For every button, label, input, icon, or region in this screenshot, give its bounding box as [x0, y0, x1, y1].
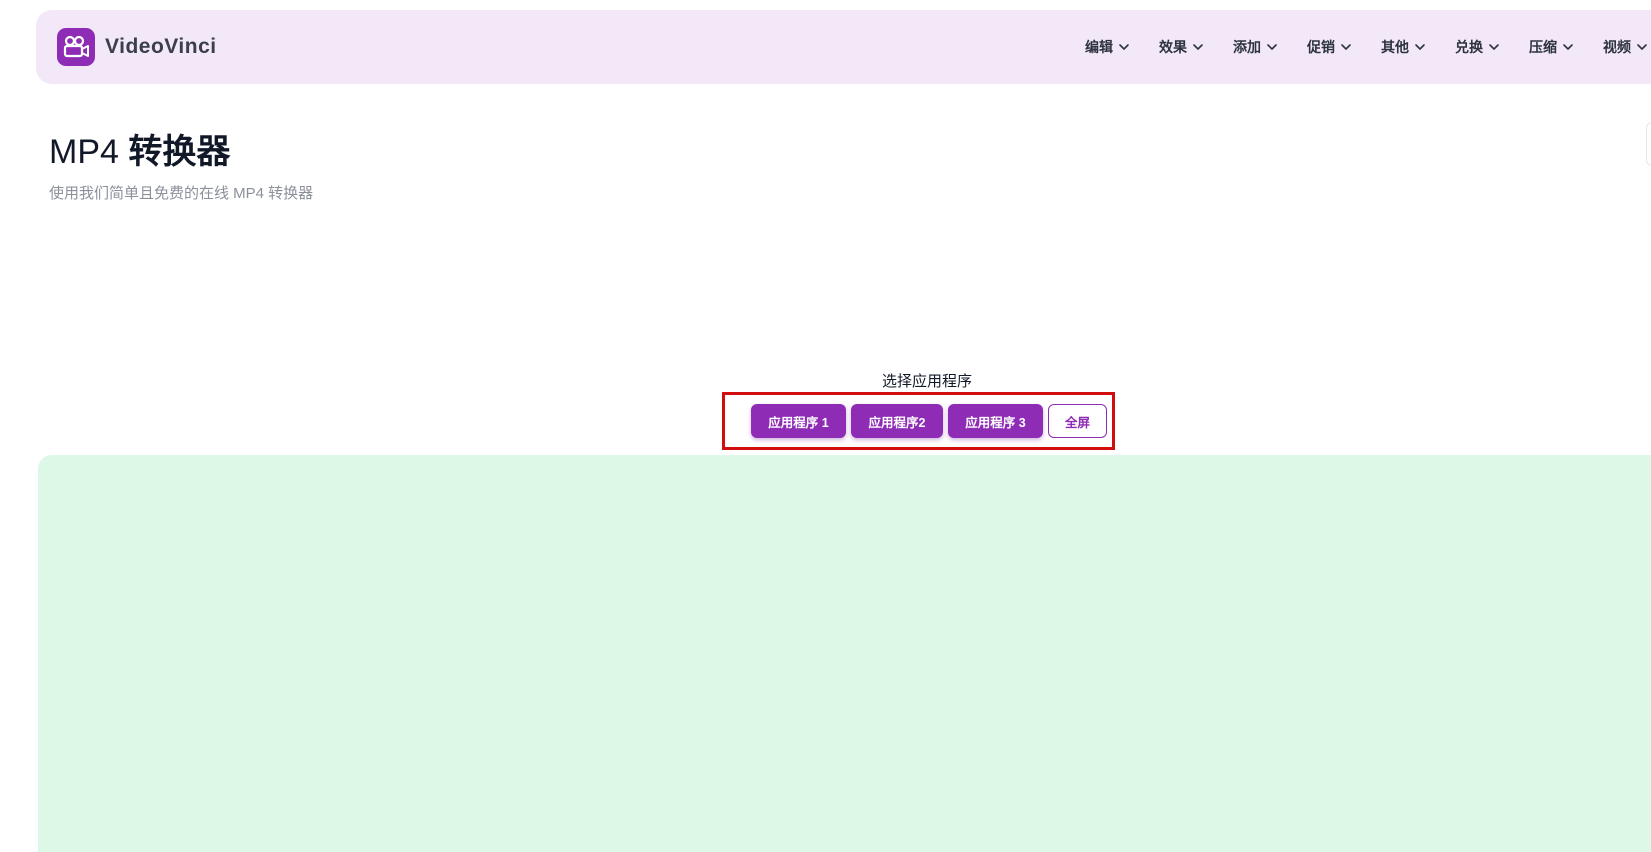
app-switcher: 应用程序 1 应用程序2 应用程序 3 全屏: [722, 392, 1115, 450]
chevron-down-icon: [1414, 41, 1426, 53]
chevron-down-icon: [1488, 41, 1500, 53]
nav-item-add[interactable]: 添加: [1233, 37, 1278, 57]
nav-item-label: 视频: [1603, 39, 1631, 55]
chevron-down-icon: [1266, 41, 1278, 53]
nav-item-label: 添加: [1233, 39, 1261, 55]
chevron-down-icon: [1192, 41, 1204, 53]
logo-text: VideoVinci: [105, 35, 217, 58]
chevron-down-icon: [1562, 41, 1574, 53]
nav-item-video[interactable]: 视频: [1603, 37, 1648, 57]
nav-item-other[interactable]: 其他: [1381, 37, 1426, 57]
page-title: MP4 转换器: [49, 124, 230, 173]
chevron-down-icon: [1636, 41, 1648, 53]
chevron-down-icon: [1340, 41, 1352, 53]
nav-item-effects[interactable]: 效果: [1159, 37, 1204, 57]
video-camera-icon: [57, 28, 95, 66]
nav-item-promo[interactable]: 促销: [1307, 37, 1352, 57]
app-1-button[interactable]: 应用程序 1: [751, 404, 846, 438]
app-select-label: 选择应用程序: [881, 373, 972, 390]
nav-item-label: 编辑: [1085, 39, 1113, 55]
main-nav: 编辑 效果 添加 促销 其他 兑换 压缩 视频: [1085, 10, 1651, 84]
nav-item-label: 压缩: [1529, 39, 1557, 55]
app-3-button[interactable]: 应用程序 3: [948, 404, 1043, 438]
side-tab[interactable]: [1646, 122, 1651, 166]
logo-link[interactable]: VideoVinci: [57, 28, 217, 66]
nav-item-label: 其他: [1381, 39, 1409, 55]
nav-item-label: 促销: [1307, 39, 1335, 55]
nav-item-edit[interactable]: 编辑: [1085, 37, 1130, 57]
app-2-button[interactable]: 应用程序2: [851, 404, 943, 438]
top-navbar: VideoVinci 编辑 效果 添加 促销 其他 兑换 压缩 视频: [36, 10, 1651, 84]
page: VideoVinci 编辑 效果 添加 促销 其他 兑换 压缩 视频 MP4 转…: [0, 0, 1651, 852]
page-subtitle: 使用我们简单且免费的在线 MP4 转换器: [49, 185, 314, 202]
page-title-prefix: MP4: [49, 133, 129, 171]
nav-item-convert[interactable]: 兑换: [1455, 37, 1500, 57]
chevron-down-icon: [1118, 41, 1130, 53]
nav-item-label: 兑换: [1455, 39, 1483, 55]
fullscreen-button[interactable]: 全屏: [1048, 404, 1107, 438]
page-title-bold: 转换器: [128, 133, 231, 171]
nav-item-compress[interactable]: 压缩: [1529, 37, 1574, 57]
nav-item-label: 效果: [1159, 39, 1187, 55]
app-workspace[interactable]: [38, 455, 1651, 852]
